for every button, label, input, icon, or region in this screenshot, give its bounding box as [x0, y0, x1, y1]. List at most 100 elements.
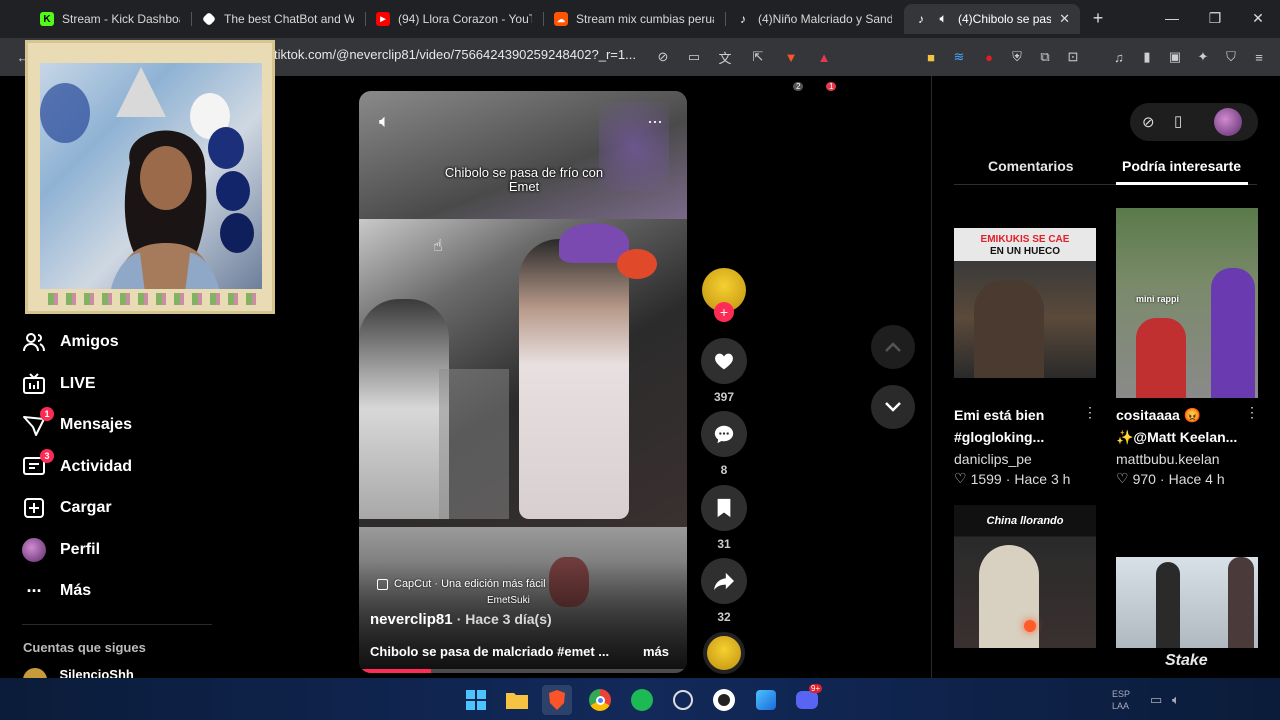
card-more-icon[interactable]: ⋮: [1245, 404, 1259, 421]
extension-yellow-icon[interactable]: ■: [922, 48, 940, 66]
volume-tray-icon[interactable]: 🔈︎: [1172, 692, 1180, 708]
browser-tab[interactable]: K Stream - Kick Dashboard: [30, 4, 190, 34]
card-title[interactable]: cositaaaa 😡 ✨@Matt Keelan...: [1116, 404, 1251, 448]
sidebar-item-mensajes[interactable]: 1 Mensajes: [22, 407, 132, 437]
chrome-icon[interactable]: [588, 688, 612, 712]
user-avatar[interactable]: [1214, 108, 1242, 136]
tab-podria-interesarte[interactable]: Podría interesarte: [1122, 158, 1241, 174]
active-tab-indicator: [1116, 182, 1248, 185]
volume-icon[interactable]: 🔈︎: [379, 111, 390, 132]
creator-avatar-button[interactable]: +: [701, 268, 747, 322]
brave-icon[interactable]: [542, 685, 572, 715]
browser-tab[interactable]: ☁ Stream mix cumbias perua: [544, 4, 724, 34]
card-more-icon[interactable]: ⋮: [1083, 404, 1097, 421]
share-icon[interactable]: ⇱: [749, 48, 767, 66]
url-field[interactable]: tiktok.com/@neverclip81/video/7566424390…: [274, 47, 636, 62]
extension-red-icon[interactable]: ●: [980, 48, 998, 66]
sidebar-item-live[interactable]: LIVE: [22, 372, 96, 396]
sidebar-item-label: Más: [60, 582, 92, 599]
compass-icon[interactable]: ⊘: [1142, 113, 1155, 131]
app-icon[interactable]: [671, 688, 695, 712]
file-explorer-icon[interactable]: [505, 688, 529, 712]
browser-tab[interactable]: ♪ (4)Niño Malcriado y Sandr: [726, 4, 902, 34]
streamer-person: [111, 130, 219, 289]
tiktok-icon: ♪: [918, 12, 924, 26]
network-icon[interactable]: ▭: [1150, 692, 1162, 708]
discord-badge: 9+: [809, 684, 823, 693]
browser-tab[interactable]: The best ChatBot and Wid: [192, 4, 364, 34]
obs-icon[interactable]: [712, 688, 736, 712]
suggestion-thumbnail[interactable]: China llorando: [954, 505, 1096, 648]
video-progress-bar[interactable]: [359, 669, 687, 673]
no-tracking-icon[interactable]: ⊘: [654, 48, 672, 66]
windows-start-icon[interactable]: [464, 688, 488, 712]
music-icon[interactable]: ♫: [1110, 48, 1128, 66]
video-more-icon[interactable]: ···: [647, 111, 663, 132]
cast-icon[interactable]: ▭: [685, 48, 703, 66]
close-window-icon[interactable]: ✕: [1246, 8, 1270, 28]
description-more-button[interactable]: más: [643, 644, 669, 659]
new-tab-button[interactable]: +: [1086, 8, 1110, 28]
sidebar-item-label: LIVE: [60, 375, 96, 392]
translate-icon[interactable]: 文: [716, 48, 734, 66]
follow-plus-icon[interactable]: +: [714, 302, 734, 322]
tab-comentarios[interactable]: Comentarios: [988, 158, 1074, 174]
sidebar-icon[interactable]: ▮: [1138, 48, 1156, 66]
comment-icon[interactable]: [701, 411, 747, 457]
extension-wave-icon[interactable]: ≋: [950, 48, 968, 66]
share-action[interactable]: 32: [701, 558, 747, 624]
thumbnail-text: EMIKUKIS SE CAE EN UN HUECO: [980, 234, 1070, 257]
next-video-button[interactable]: [871, 385, 915, 429]
sidebar-item-perfil[interactable]: Perfil: [22, 538, 100, 562]
speaker-icon: 🔈︎: [939, 12, 947, 25]
sidebar-item-cargar[interactable]: Cargar: [22, 496, 112, 520]
close-tab-icon[interactable]: ✕: [1059, 11, 1070, 27]
card-username[interactable]: daniclips_pe: [954, 451, 1032, 467]
capcut-label[interactable]: CapCut · Una edición más fácil: [377, 578, 546, 590]
photos-icon[interactable]: [754, 688, 778, 712]
sidebar-item-actividad[interactable]: 3 Actividad: [22, 449, 132, 479]
sound-disc[interactable]: [701, 632, 747, 676]
screenshot-icon[interactable]: ⊡: [1064, 48, 1082, 66]
suggestion-thumbnail[interactable]: EMIKUKIS SE CAE EN UN HUECO: [954, 228, 1096, 378]
webcam-feed: [40, 63, 262, 289]
browser-tab[interactable]: ▶ (94) Llora Corazon - YouTu: [366, 4, 542, 34]
card-username[interactable]: mattbubu.keelan: [1116, 451, 1220, 467]
video-author-line: neverclip81 · Hace 3 día(s): [370, 611, 552, 628]
discord-icon[interactable]: 9+: [795, 684, 823, 712]
save-action[interactable]: 31: [701, 485, 747, 551]
wallet-icon[interactable]: ▣: [1166, 48, 1184, 66]
restore-icon[interactable]: ❐: [1203, 8, 1227, 28]
previous-video-button[interactable]: [871, 325, 915, 369]
share-arrow-icon[interactable]: [701, 558, 747, 604]
stake-logo: Stake: [1165, 652, 1208, 669]
more-icon: ···: [26, 580, 43, 601]
menu-icon[interactable]: ≡: [1250, 48, 1268, 66]
live-icon: [22, 372, 46, 396]
comment-action[interactable]: 8: [701, 411, 747, 477]
bookmark-icon[interactable]: [701, 485, 747, 531]
heart-icon[interactable]: [701, 338, 747, 384]
sidebar-item-mas[interactable]: ··· Más: [22, 579, 92, 603]
card-title[interactable]: Emi está bien #glogloking...: [954, 404, 1089, 448]
suggestion-thumbnail[interactable]: mini rappi: [1116, 208, 1258, 398]
brave-rewards-icon[interactable]: ▲: [815, 48, 833, 66]
author-name[interactable]: neverclip81: [370, 611, 453, 628]
like-action[interactable]: 397: [701, 338, 747, 404]
spotify-icon[interactable]: [630, 688, 654, 712]
video-player[interactable]: 🔈︎ ··· Chibolo se pasa de frío con Emet …: [359, 91, 687, 673]
brave-shield-icon[interactable]: ▼: [782, 48, 800, 66]
device-icon[interactable]: ▯: [1174, 112, 1182, 130]
sidebar-item-amigos[interactable]: Amigos: [22, 330, 119, 354]
following-account[interactable]: SilencioShh: [23, 668, 223, 678]
extensions-puzzle-icon[interactable]: ⧉: [1036, 48, 1054, 66]
vpn-icon[interactable]: ⛉: [1222, 48, 1240, 66]
leo-ai-icon[interactable]: ✦: [1194, 48, 1212, 66]
video-progress-fill: [359, 669, 432, 673]
suggestion-thumbnail[interactable]: [1116, 557, 1258, 648]
messages-badge: 1: [40, 407, 54, 421]
language-indicator[interactable]: ESP LAA: [1112, 688, 1130, 712]
browser-tab-active[interactable]: ♪ 🔈︎ (4)Chibolo se pasa ✕: [904, 4, 1080, 34]
extension-shield-icon[interactable]: ⛨: [1008, 48, 1026, 66]
minimize-icon[interactable]: —: [1160, 8, 1184, 28]
